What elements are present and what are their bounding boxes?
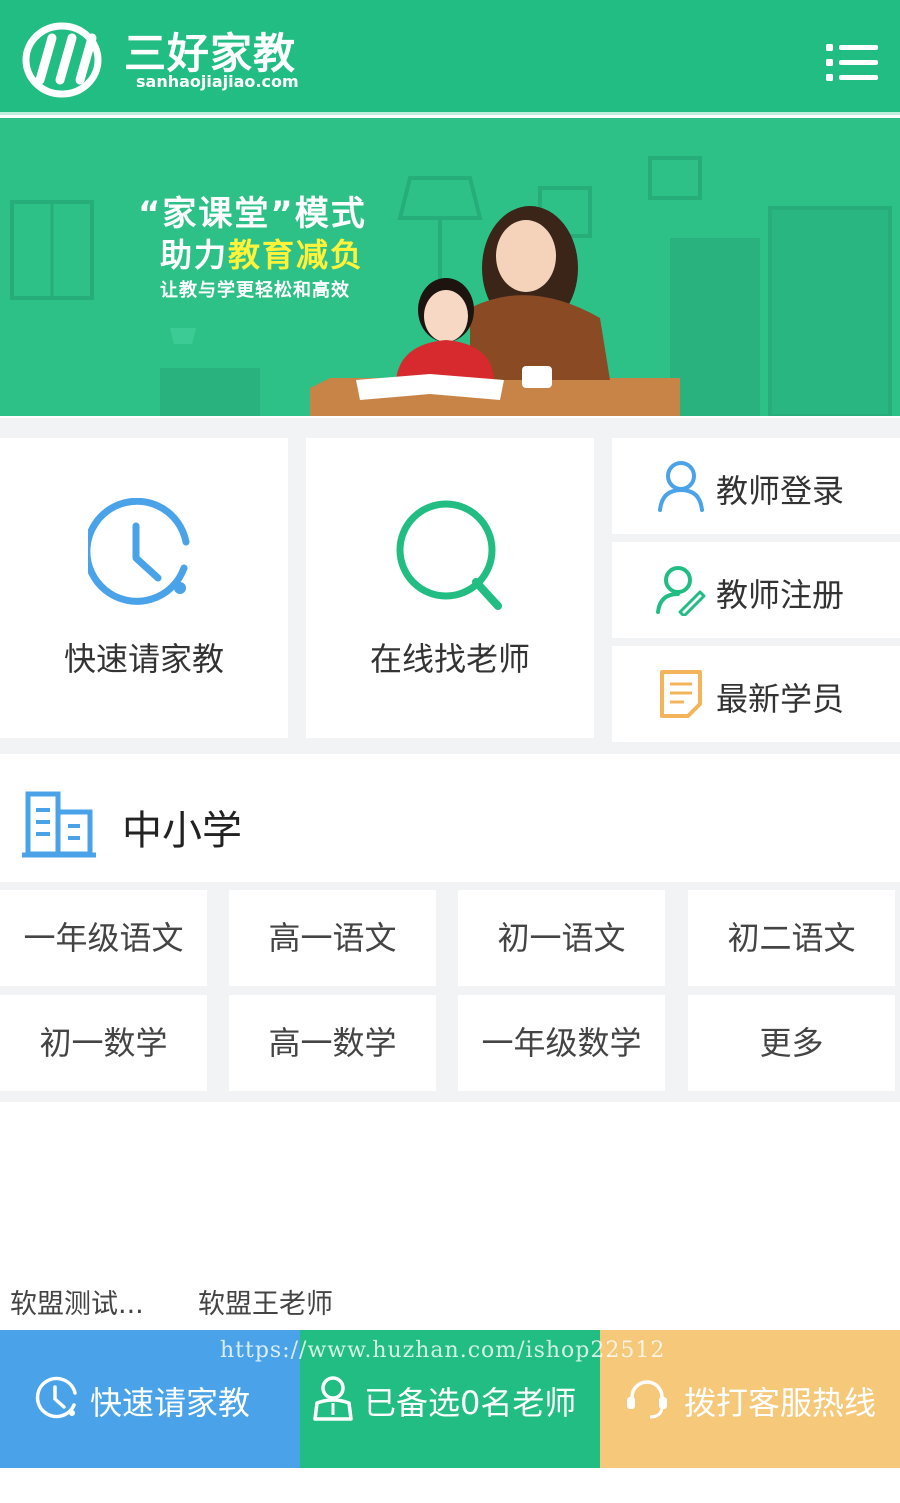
category-title: 中小学	[122, 808, 242, 854]
banner-headline: “家课堂”模式	[138, 194, 367, 234]
latest-students-card[interactable]: 最新学员	[612, 646, 900, 742]
site-domain: sanhaojiajiao.com	[136, 72, 299, 91]
document-icon	[660, 670, 702, 718]
clock-icon	[88, 498, 190, 605]
subject-item[interactable]: 一年级数学	[458, 995, 665, 1091]
banner-subheadline: 助力教育减负	[160, 230, 364, 276]
teacher-login-card[interactable]: 教师登录	[612, 438, 900, 534]
more-subjects-button[interactable]: 更多	[688, 995, 895, 1091]
find-teacher-label: 在线找老师	[369, 640, 530, 678]
subject-item[interactable]: 一年级语文	[0, 890, 207, 986]
building-icon	[22, 791, 96, 858]
teacher-tag[interactable]: 软盟王老师	[198, 1282, 333, 1321]
hotline-label: 拨打客服热线	[684, 1384, 877, 1422]
subject-item[interactable]: 高一数学	[229, 995, 436, 1091]
teacher-register-label: 教师注册	[716, 576, 845, 614]
latest-students-label: 最新学员	[716, 680, 845, 718]
student-tag[interactable]: 软盟测试...	[10, 1282, 144, 1321]
banner-illustration	[10, 156, 892, 416]
banner-tagline: 让教与学更轻松和高效	[160, 280, 350, 301]
subject-item[interactable]: 初一数学	[0, 995, 207, 1091]
logo-icon[interactable]	[22, 22, 110, 98]
banner-subheadline-highlight: 教育减负	[228, 236, 365, 274]
bottom-quick-request-label: 快速请家教	[90, 1384, 251, 1422]
teacher-login-label: 教师登录	[716, 472, 845, 510]
teacher-icon	[313, 1376, 353, 1421]
user-icon	[658, 461, 704, 512]
banner-subheadline-prefix: 助力	[160, 236, 229, 274]
quick-request-label: 快速请家教	[63, 640, 224, 678]
list-menu-icon[interactable]	[826, 42, 878, 84]
clock-icon	[35, 1376, 77, 1419]
teacher-register-card[interactable]: 教师注册	[612, 542, 900, 638]
headset-icon	[627, 1380, 667, 1419]
subject-item[interactable]: 初二语文	[688, 890, 895, 986]
subject-item[interactable]: 初一语文	[458, 890, 665, 986]
find-teacher-card[interactable]: 在线找老师	[306, 438, 594, 738]
promo-banner[interactable]: “家课堂”模式 助力教育减负 让教与学更轻松和高效	[0, 118, 900, 416]
user-edit-icon	[656, 566, 706, 616]
selected-teachers-label: 已备选0名老师	[364, 1384, 577, 1422]
quick-request-card[interactable]: 快速请家教	[0, 438, 288, 738]
watermark-text: https://www.huzhan.com/ishop22512	[220, 1338, 666, 1363]
search-icon	[396, 500, 502, 610]
subject-grid: 一年级语文 高一语文 初一语文 初二语文 初一数学 高一数学 一年级数学 更多	[0, 882, 900, 1102]
subject-item[interactable]: 高一语文	[229, 890, 436, 986]
top-header: 三好家教 sanhaojiajiao.com	[0, 0, 900, 115]
category-header: 中小学	[0, 766, 900, 882]
quick-actions: 快速请家教 在线找老师 教师登录 教师注册 最新学员	[0, 418, 900, 754]
